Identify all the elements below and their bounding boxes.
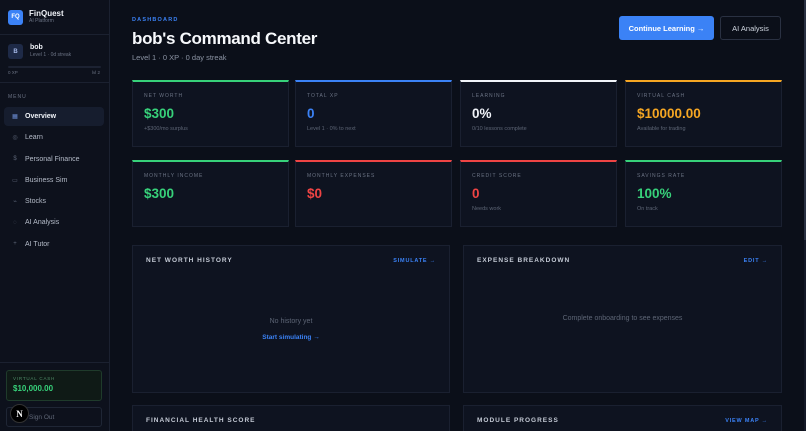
stat-card-net-worth: NET WORTH $300 +$300/mo surplus	[132, 80, 289, 147]
brand-name: FinQuest	[29, 9, 64, 18]
simulate-link[interactable]: SIMULATE →	[393, 258, 436, 264]
stat-card-monthly-expenses: MONTHLY EXPENSES $0	[295, 160, 452, 227]
stat-value: 100%	[637, 186, 672, 201]
stat-label: SAVINGS RATE	[637, 173, 686, 179]
sidebar-item-label: Business Sim	[25, 176, 68, 184]
page-subtitle: Level 1 · 0 XP · 0 day streak	[132, 53, 227, 62]
sidebar-item-label: AI Analysis	[25, 219, 60, 227]
xp-current: 0 XP	[8, 70, 18, 75]
sidebar-item-ai-analysis[interactable]: ◌ AI Analysis	[4, 213, 104, 232]
sidebar-item-ai-tutor[interactable]: + AI Tutor	[4, 235, 104, 254]
stat-value: $10000.00	[637, 106, 701, 121]
empty-state-text: No history yet	[269, 318, 313, 325]
avatar: B	[8, 44, 23, 59]
sidebar-item-label: AI Tutor	[25, 240, 50, 248]
user-card[interactable]: B bob Level 1 · 0d streak	[8, 44, 71, 59]
virtual-cash-value: $10,000.00	[13, 384, 54, 393]
brand[interactable]: FQ FinQuest AI Platform	[8, 9, 64, 25]
virtual-cash-label: VIRTUAL CASH	[13, 376, 56, 381]
sidebar-nav: ▦ Overview ◎ Learn $ Personal Finance ▭ Busines…	[4, 107, 104, 256]
n-logo-icon[interactable]: N	[10, 404, 29, 423]
stat-note: +$300/mo surplus	[144, 126, 188, 132]
analysis-icon: ◌	[13, 219, 17, 226]
stat-note: 0/10 lessons complete	[472, 126, 527, 132]
net-worth-history-panel: NET WORTH HISTORY SIMULATE → No history …	[132, 245, 450, 393]
stat-value: $300	[144, 106, 175, 121]
stat-label: MONTHLY EXPENSES	[307, 173, 376, 179]
module-progress-panel: MODULE PROGRESS VIEW MAP →	[463, 405, 782, 431]
stat-label: CREDIT SCORE	[472, 173, 522, 179]
stat-label: MONTHLY INCOME	[144, 173, 204, 179]
stat-label: NET WORTH	[144, 93, 184, 99]
tutor-icon: +	[13, 241, 17, 248]
stat-label: LEARNING	[472, 93, 506, 99]
sidebar: FQ FinQuest AI Platform B bob Level 1 · …	[0, 0, 110, 431]
stocks-icon: ⌁	[13, 199, 17, 206]
ai-analysis-button[interactable]: AI Analysis	[720, 16, 781, 40]
menu-label: MENU	[8, 94, 27, 100]
stat-value: $0	[307, 186, 323, 201]
stat-value: $300	[144, 186, 175, 201]
xp-progress-bar	[8, 66, 101, 68]
user-name: bob	[30, 44, 43, 51]
sidebar-item-personal-finance[interactable]: $ Personal Finance	[4, 150, 104, 169]
sidebar-item-label: Overview	[25, 113, 57, 120]
xp-next-level: lvl 2	[91, 70, 100, 75]
stat-note: On track	[637, 206, 658, 212]
stat-label: VIRTUAL CASH	[637, 93, 686, 99]
user-meta: Level 1 · 0d streak	[30, 52, 72, 58]
start-simulating-link[interactable]: Start simulating →	[133, 334, 449, 341]
sidebar-item-label: Stocks	[25, 198, 47, 206]
expense-breakdown-panel: EXPENSE BREAKDOWN EDIT → Complete onboar…	[463, 245, 782, 393]
learn-icon: ◎	[12, 135, 18, 142]
stat-label: TOTAL XP	[307, 93, 339, 99]
panel-title: FINANCIAL HEALTH SCORE	[146, 417, 256, 424]
panel-title: MODULE PROGRESS	[477, 417, 559, 424]
stat-card-virtual-cash: VIRTUAL CASH $10000.00 Available for tradi…	[625, 80, 782, 147]
stat-note: Available for trading	[637, 126, 686, 132]
brand-subtitle: AI Platform	[29, 18, 54, 24]
sidebar-item-label: Learn	[25, 134, 43, 142]
stat-note: Level 1 · 0% to next	[307, 126, 356, 132]
divider	[0, 82, 110, 83]
page-title: bob's Command Center	[132, 29, 318, 48]
financial-health-panel: FINANCIAL HEALTH SCORE	[132, 405, 450, 431]
panel-title: NET WORTH HISTORY	[146, 257, 233, 264]
sidebar-item-learn[interactable]: ◎ Learn	[4, 128, 104, 147]
briefcase-icon: ▭	[12, 177, 18, 184]
breadcrumb: DASHBOARD	[132, 17, 179, 23]
stat-value: 0	[307, 106, 315, 121]
edit-link[interactable]: EDIT →	[744, 258, 768, 264]
virtual-cash-card: VIRTUAL CASH $10,000.00	[6, 370, 102, 401]
stat-note: Needs work	[472, 206, 502, 212]
stat-card-learning: LEARNING 0% 0/10 lessons complete	[460, 80, 617, 147]
view-map-link[interactable]: VIEW MAP →	[725, 418, 768, 424]
divider	[0, 362, 110, 363]
stat-card-credit-score: CREDIT SCORE 0 Needs work	[460, 160, 617, 227]
sidebar-item-label: Personal Finance	[25, 155, 80, 163]
sign-out-label: Sign Out	[29, 414, 55, 421]
dollar-icon: $	[13, 156, 17, 163]
divider	[0, 34, 110, 35]
stat-value: 0%	[472, 106, 492, 121]
empty-state-text: Complete onboarding to see expenses	[562, 315, 683, 322]
continue-learning-button[interactable]: Continue Learning →	[619, 16, 714, 40]
stat-value: 0	[472, 186, 480, 201]
grid-icon: ▦	[12, 114, 18, 120]
logo: FQ	[8, 9, 23, 25]
stat-card-savings-rate: SAVINGS RATE 100% On track	[625, 160, 782, 227]
sidebar-item-overview[interactable]: ▦ Overview	[4, 107, 104, 126]
sidebar-item-stocks[interactable]: ⌁ Stocks	[4, 192, 104, 211]
stat-card-total-xp: TOTAL XP 0 Level 1 · 0% to next	[295, 80, 452, 147]
stat-card-monthly-income: MONTHLY INCOME $300	[132, 160, 289, 227]
panel-title: EXPENSE BREAKDOWN	[477, 257, 571, 264]
sidebar-item-business-sim[interactable]: ▭ Business Sim	[4, 171, 104, 190]
